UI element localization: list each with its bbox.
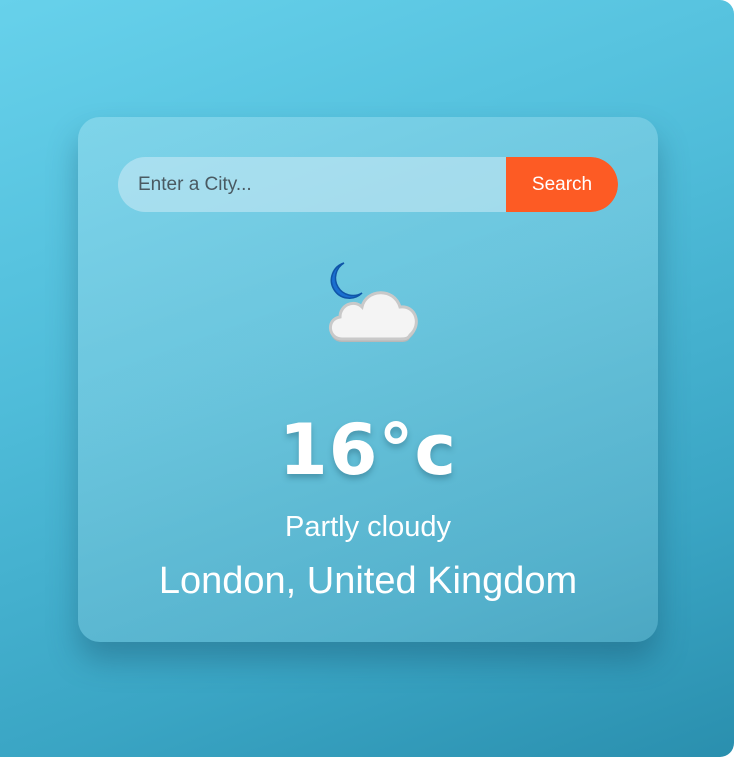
- temperature-value: 16°c: [279, 409, 457, 491]
- search-bar: Search: [118, 157, 618, 212]
- location-name: London, United Kingdom: [158, 560, 578, 602]
- search-button[interactable]: Search: [506, 157, 618, 212]
- weather-condition: Partly cloudy: [284, 511, 451, 543]
- partly-cloudy-night-icon: [314, 255, 424, 355]
- weather-card: Search 16°c Partly cloudy London, United…: [78, 117, 658, 642]
- moon-icon: [330, 262, 363, 299]
- cloud-icon: [329, 291, 418, 342]
- city-search-input[interactable]: [118, 157, 506, 212]
- app-background: Search 16°c Partly cloudy London, United…: [0, 0, 734, 757]
